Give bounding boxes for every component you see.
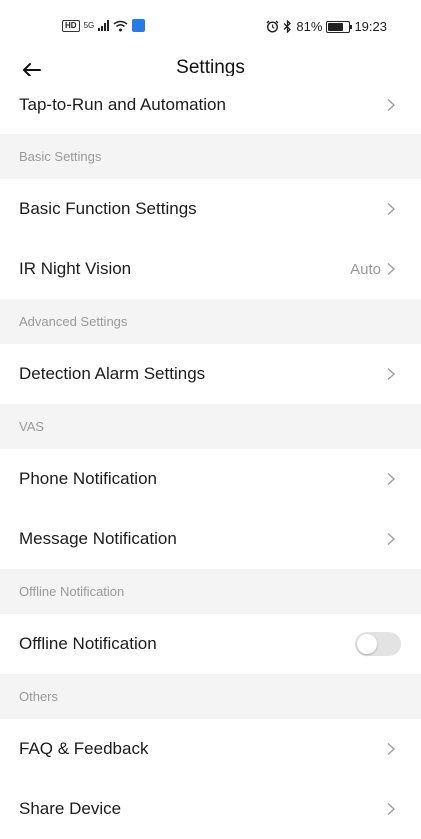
row-label: Message Notification — [19, 529, 177, 548]
alarm-clock-icon — [266, 20, 279, 33]
battery-fill — [328, 22, 344, 31]
chevron-right-icon — [387, 472, 396, 486]
clock-time: 19:23 — [354, 19, 387, 34]
chevron-right-icon — [387, 802, 396, 816]
row-label: Detection Alarm Settings — [19, 364, 206, 383]
row-offline-notification: Offline Notification — [0, 614, 421, 674]
section-header-others: Others — [0, 674, 421, 719]
row-phone-notification[interactable]: Phone Notification — [0, 449, 421, 509]
row-label: Share Device — [19, 799, 122, 818]
row-detection-alarm-settings[interactable]: Detection Alarm Settings — [0, 344, 421, 404]
chevron-right-icon — [387, 98, 396, 112]
notification-app-icon — [132, 19, 146, 32]
toggle-knob — [357, 634, 377, 654]
status-left: HD 5G — [62, 19, 146, 32]
row-faq-feedback[interactable]: FAQ & Feedback — [0, 719, 421, 779]
row-message-notification[interactable]: Message Notification — [0, 509, 421, 569]
chevron-right-icon — [387, 742, 396, 756]
row-label: Basic Function Settings — [19, 199, 197, 218]
row-basic-function-settings[interactable]: Basic Function Settings — [0, 179, 421, 239]
row-label: Tap-to-Run and Automation — [19, 95, 226, 114]
network-type-label: 5G — [83, 21, 95, 30]
status-bar: HD 5G 81% 19:23 — [0, 0, 421, 40]
chevron-right-icon — [387, 262, 396, 276]
section-header-basic: Basic Settings — [0, 134, 421, 179]
row-label: IR Night Vision — [19, 259, 132, 278]
hd-badge: HD — [62, 19, 80, 32]
chevron-right-icon — [387, 367, 396, 381]
row-label: FAQ & Feedback — [19, 739, 149, 758]
chevron-right-icon — [387, 202, 396, 216]
battery-percent: 81% — [296, 19, 323, 34]
section-header-advanced: Advanced Settings — [0, 299, 421, 344]
battery-icon — [326, 20, 353, 33]
row-value: Auto — [350, 260, 381, 278]
bluetooth-icon — [283, 20, 292, 33]
row-label: Offline Notification — [19, 634, 157, 653]
wifi-icon — [113, 20, 128, 31]
status-right: 81% 19:23 — [266, 19, 387, 34]
row-label: Phone Notification — [19, 469, 157, 488]
row-tap-to-run[interactable]: Tap-to-Run and Automation — [0, 76, 421, 134]
settings-list: Tap-to-Run and Automation Basic Settings… — [0, 76, 421, 839]
section-header-vas: VAS — [0, 404, 421, 449]
cellular-signal-icon — [98, 20, 110, 31]
section-header-offline: Offline Notification — [0, 569, 421, 614]
row-ir-night-vision[interactable]: IR Night Vision Auto — [0, 239, 421, 299]
row-share-device[interactable]: Share Device — [0, 779, 421, 839]
offline-notification-toggle[interactable] — [355, 632, 401, 656]
chevron-right-icon — [387, 532, 396, 546]
